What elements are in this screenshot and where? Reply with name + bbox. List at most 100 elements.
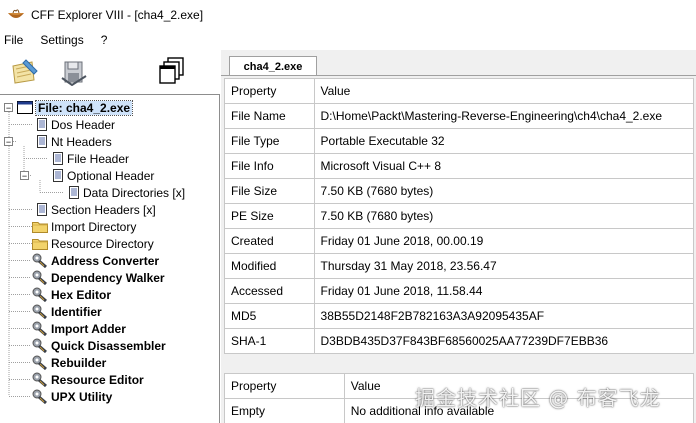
- tree-item-section-headers-x[interactable]: Section Headers [x]: [36, 201, 156, 218]
- value-cell: Friday 01 June 2018, 00.00.19: [313, 228, 695, 254]
- value-column-header[interactable]: Value: [313, 78, 695, 104]
- document-icon: [52, 152, 64, 165]
- tree-item-label: Data Directories [x]: [83, 185, 186, 200]
- tool-icon: [32, 338, 48, 353]
- table-row[interactable]: File Size 7.50 KB (7680 bytes): [224, 178, 695, 204]
- value-cell: Microsoft Visual C++ 8: [313, 153, 695, 179]
- expander-file-cha4-2-exe[interactable]: −: [4, 103, 13, 112]
- tree-item-label: Optional Header: [67, 168, 155, 183]
- property-cell: Accessed: [224, 278, 315, 304]
- table-row[interactable]: Accessed Friday 01 June 2018, 11.58.44: [224, 278, 695, 304]
- tree-item-label: Quick Disassembler: [51, 338, 166, 353]
- properties-header-row: Property Value: [224, 78, 695, 104]
- save-file-icon: [61, 61, 87, 86]
- tool-icon: [32, 355, 48, 370]
- tree-item-file-header[interactable]: File Header: [52, 150, 129, 167]
- tree-item-optional-header[interactable]: Optional Header: [52, 167, 154, 184]
- document-icon: [68, 186, 80, 199]
- windows-icon: [159, 57, 184, 84]
- property-cell: Modified: [224, 253, 315, 279]
- info-property-column-header[interactable]: Property: [224, 373, 345, 399]
- tree-item-file-cha4-2-exe[interactable]: File: cha4_2.exe: [17, 99, 134, 116]
- tree-item-label: UPX Utility: [51, 389, 113, 404]
- table-row[interactable]: Modified Thursday 31 May 2018, 23.56.47: [224, 253, 695, 279]
- table-row[interactable]: Created Friday 01 June 2018, 00.00.19: [224, 228, 695, 254]
- value-cell: D:\Home\Packt\Mastering-Reverse-Engineer…: [313, 103, 695, 129]
- watermark: 掘金技术社区 @ 布客飞龙: [415, 386, 661, 410]
- tab-cha4-2-exe[interactable]: cha4_2.exe: [229, 56, 317, 76]
- tree-item-label: Identifier: [51, 304, 102, 319]
- tree-item-resource-editor[interactable]: Resource Editor: [32, 371, 144, 388]
- menu-settings[interactable]: Settings: [36, 33, 88, 47]
- tree-item-label: Resource Editor: [51, 372, 144, 387]
- tree-item-upx-utility[interactable]: UPX Utility: [32, 388, 112, 405]
- folder-icon: [32, 220, 48, 233]
- value-cell: Thursday 31 May 2018, 23.56.47: [313, 253, 695, 279]
- value-cell: 38B55D2148F2B782163A3A92095435AF: [313, 303, 695, 329]
- tree-item-label: Dependency Walker: [51, 270, 165, 285]
- property-column-header[interactable]: Property: [224, 78, 315, 104]
- properties-table: Property Value File Name D:\Home\Packt\Ma…: [224, 78, 695, 354]
- app-icon: [8, 9, 24, 18]
- property-cell: File Info: [224, 153, 315, 179]
- tree-item-label: Rebuilder: [51, 355, 107, 370]
- table-row[interactable]: File Info Microsoft Visual C++ 8: [224, 153, 695, 179]
- tree-item-label: File: cha4_2.exe: [34, 99, 134, 116]
- property-cell: MD5: [224, 303, 315, 329]
- property-cell: File Size: [224, 178, 315, 204]
- expander-nt-headers[interactable]: −: [4, 137, 13, 146]
- tree-item-dos-header[interactable]: Dos Header: [36, 116, 115, 133]
- tree-item-label: Hex Editor: [51, 287, 112, 302]
- title-bar: CFF Explorer VIII - [cha4_2.exe]: [0, 0, 696, 30]
- property-cell: Created: [224, 228, 315, 254]
- content-panel: cha4_2.exe Property Value File Name D:\Ho…: [221, 50, 696, 423]
- windows-button[interactable]: [154, 54, 190, 86]
- tree-item-identifier[interactable]: Identifier: [32, 303, 102, 320]
- tree-item-resource-directory[interactable]: Resource Directory: [32, 235, 154, 252]
- table-row[interactable]: SHA-1 D3BDB435D37F843BF68560025AA77239DF7…: [224, 328, 695, 354]
- table-row[interactable]: MD5 38B55D2148F2B782163A3A92095435AF: [224, 303, 695, 329]
- tool-icon: [32, 270, 48, 285]
- value-cell: Portable Executable 32: [313, 128, 695, 154]
- tree-item-label: Import Directory: [51, 219, 137, 234]
- tool-icon: [32, 287, 48, 302]
- tree-item-label: Address Converter: [51, 253, 160, 268]
- tree-item-import-adder[interactable]: Import Adder: [32, 320, 126, 337]
- tree-item-label: Section Headers [x]: [51, 202, 156, 217]
- document-icon: [36, 203, 48, 216]
- property-cell: PE Size: [224, 203, 315, 229]
- tree-item-dependency-walker[interactable]: Dependency Walker: [32, 269, 165, 286]
- save-file-button[interactable]: [56, 56, 92, 88]
- value-cell: 7.50 KB (7680 bytes): [313, 178, 695, 204]
- expander-optional-header[interactable]: −: [20, 171, 29, 180]
- tool-icon: [32, 253, 48, 268]
- tree-item-quick-disassembler[interactable]: Quick Disassembler: [32, 337, 166, 354]
- open-file-button[interactable]: [7, 56, 43, 88]
- window-icon: [17, 101, 33, 114]
- value-cell: Friday 01 June 2018, 11.58.44: [313, 278, 695, 304]
- tree-item-label: Import Adder: [51, 321, 126, 336]
- document-icon: [36, 118, 48, 131]
- table-row[interactable]: PE Size 7.50 KB (7680 bytes): [224, 203, 695, 229]
- tool-icon: [32, 321, 48, 336]
- tree-item-address-converter[interactable]: Address Converter: [32, 252, 159, 269]
- tree-view: − File: cha4_2.exe Dos Header − Nt Headers Fi…: [0, 94, 220, 423]
- info-property-cell: Empty: [224, 398, 345, 423]
- tree-item-import-directory[interactable]: Import Directory: [32, 218, 136, 235]
- value-cell: D3BDB435D37F843BF68560025AA77239DF7EBB36: [313, 328, 695, 354]
- menu-file[interactable]: File: [0, 33, 28, 47]
- tool-icon: [32, 372, 48, 387]
- table-row[interactable]: File Type Portable Executable 32: [224, 128, 695, 154]
- toolbar: [0, 50, 220, 94]
- property-cell: File Type: [224, 128, 315, 154]
- tree-item-data-directories-x[interactable]: Data Directories [x]: [68, 184, 185, 201]
- folder-icon: [32, 237, 48, 250]
- table-row[interactable]: File Name D:\Home\Packt\Mastering-Reverse…: [224, 103, 695, 129]
- tool-icon: [32, 389, 48, 404]
- tree-item-hex-editor[interactable]: Hex Editor: [32, 286, 111, 303]
- open-file-icon: [12, 59, 38, 84]
- tree-item-rebuilder[interactable]: Rebuilder: [32, 354, 106, 371]
- tree-item-nt-headers[interactable]: Nt Headers: [36, 133, 112, 150]
- tool-icon: [32, 304, 48, 319]
- menu-help[interactable]: ?: [97, 33, 113, 47]
